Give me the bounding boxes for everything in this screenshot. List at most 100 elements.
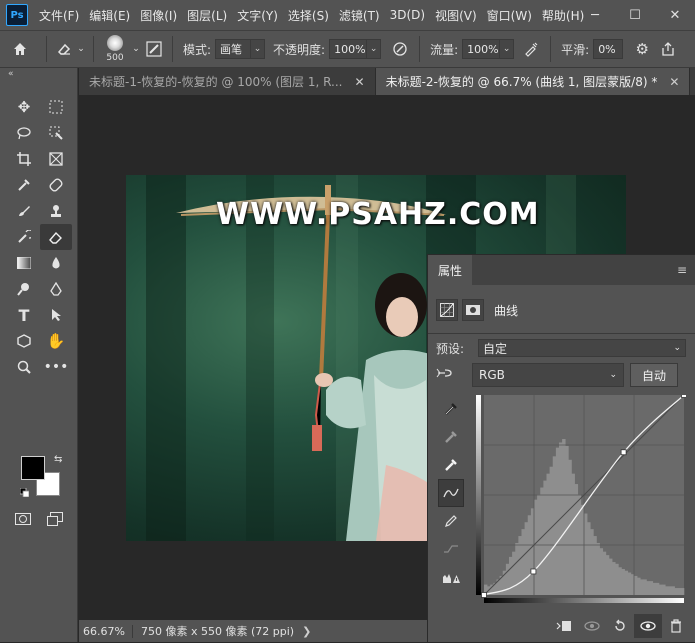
menu-edit[interactable]: 编辑(E) [84, 7, 135, 24]
gray-point-eyedropper-icon[interactable] [438, 423, 464, 451]
histogram-bar [680, 588, 685, 595]
menu-view[interactable]: 视图(V) [430, 7, 482, 24]
brush-tool-icon[interactable] [8, 198, 40, 224]
zoom-level[interactable]: 66.67% [79, 624, 133, 638]
watermark-text: WWW.PSAHZ.COM [216, 197, 540, 232]
curves-adjustment-icon[interactable] [436, 299, 458, 321]
histogram-bar [643, 579, 647, 595]
channel-select[interactable]: RGB ⌄ [472, 363, 624, 387]
smoothing-input[interactable]: 0% [593, 39, 624, 59]
chevron-down-icon[interactable]: ⌄ [130, 44, 142, 54]
stamp-tool-icon[interactable] [40, 198, 72, 224]
zoom-tool-icon[interactable] [8, 354, 40, 380]
brush-preset-picker[interactable]: 500 [100, 32, 130, 66]
histogram-bar [652, 582, 657, 595]
frame-tool-icon[interactable] [40, 146, 72, 172]
auto-button[interactable]: 自动 [630, 363, 678, 387]
curves-graph[interactable] [476, 392, 687, 605]
clip-to-layer-icon[interactable] [550, 614, 578, 638]
swap-colors-icon[interactable]: ⇆ [54, 454, 62, 465]
histogram-bar [584, 513, 588, 595]
tab-title: 未标题-2-恢复的 @ 66.7% (曲线 1, 图层蒙版/8) * [385, 75, 658, 89]
blur-tool-icon[interactable] [40, 250, 72, 276]
brush-size-value: 500 [106, 53, 124, 63]
history-brush-icon[interactable] [8, 224, 40, 250]
foreground-color-swatch[interactable] [21, 456, 45, 480]
targeted-adjustment-icon[interactable] [436, 366, 472, 384]
quick-mask-icon[interactable] [12, 508, 34, 530]
menu-type[interactable]: 文字(Y) [232, 7, 283, 24]
layer-mask-icon[interactable] [462, 299, 484, 321]
close-icon[interactable]: ✕ [669, 75, 679, 89]
lasso-tool-icon[interactable] [8, 120, 40, 146]
chevron-down-icon[interactable]: ⌄ [75, 44, 87, 54]
screen-mode-icon[interactable] [44, 508, 66, 530]
black-point-eyedropper-icon[interactable] [438, 395, 464, 423]
eraser-tool-icon[interactable] [40, 224, 72, 250]
tab-document-2[interactable]: 未标题-2-恢复的 @ 66.7% (曲线 1, 图层蒙版/8) * ✕ [375, 68, 691, 95]
hand-tool-icon[interactable]: ✋ [40, 328, 72, 354]
healing-brush-icon[interactable] [40, 172, 72, 198]
menu-select[interactable]: 选择(S) [283, 7, 334, 24]
minimize-button[interactable]: ─ [575, 0, 615, 30]
gradient-tool-icon[interactable] [8, 250, 40, 276]
settings-gear-icon[interactable]: ⚙ [629, 40, 655, 58]
properties-tab[interactable]: 属性 [428, 255, 473, 285]
histogram-bar [640, 579, 644, 595]
mode-select[interactable]: 画笔 [215, 39, 252, 59]
white-point-eyedropper-icon[interactable] [438, 451, 464, 479]
eraser-tool-icon[interactable] [53, 41, 75, 57]
pen-tool-icon[interactable] [40, 276, 72, 302]
view-previous-state-icon[interactable] [578, 614, 606, 638]
marquee-tool-icon[interactable] [40, 94, 72, 120]
move-tool-icon[interactable]: ✥ [8, 94, 40, 120]
menu-layer[interactable]: 图层(L) [182, 7, 232, 24]
pressure-opacity-icon[interactable] [387, 41, 413, 57]
dodge-tool-icon[interactable] [8, 276, 40, 302]
histogram-bar [665, 586, 669, 595]
home-icon[interactable] [0, 41, 40, 57]
clipping-warning-icon[interactable] [438, 563, 464, 591]
curve-chart[interactable] [476, 392, 687, 605]
menu-image[interactable]: 图像(I) [135, 7, 182, 24]
share-icon[interactable] [655, 41, 681, 57]
visibility-eye-icon[interactable] [634, 614, 662, 638]
maximize-button[interactable]: ☐ [615, 0, 655, 30]
histogram-bar [659, 584, 663, 595]
opacity-input[interactable]: 100% [329, 39, 368, 59]
chevron-down-icon[interactable]: ⌄ [367, 39, 382, 59]
chevron-down-icon[interactable]: ⌄ [500, 39, 515, 59]
menu-window[interactable]: 窗口(W) [482, 7, 537, 24]
photoshop-logo[interactable]: Ps [6, 4, 28, 26]
flow-input[interactable]: 100% [462, 39, 501, 59]
panel-menu-icon[interactable]: ≡ [677, 263, 687, 277]
chevron-down-icon[interactable]: ⌄ [251, 39, 266, 59]
reset-icon[interactable] [606, 614, 634, 638]
crop-tool-icon[interactable] [8, 146, 40, 172]
collapse-panel-icon[interactable]: « [0, 68, 77, 80]
eyedropper-tool-icon[interactable] [8, 172, 40, 198]
pencil-draw-icon[interactable] [438, 507, 464, 535]
menu-filter[interactable]: 滤镜(T) [334, 7, 385, 24]
histogram-bar [646, 581, 650, 595]
menu-bar: Ps 文件(F) 编辑(E) 图像(I) 图层(L) 文字(Y) 选择(S) 滤… [0, 0, 695, 30]
preset-value: 自定 [483, 341, 508, 356]
smooth-curve-icon[interactable] [438, 535, 464, 563]
close-icon[interactable]: ✕ [355, 75, 365, 89]
preset-select[interactable]: 自定 ⌄ [478, 339, 686, 357]
curve-edit-points-icon[interactable] [438, 479, 464, 507]
brush-settings-icon[interactable] [142, 41, 166, 57]
type-tool-icon[interactable]: T [8, 302, 40, 328]
default-colors-icon[interactable] [19, 486, 30, 498]
menu-3d[interactable]: 3D(D) [385, 8, 430, 22]
menu-file[interactable]: 文件(F) [34, 7, 84, 24]
path-select-tool-icon[interactable] [40, 302, 72, 328]
status-menu-icon[interactable]: ❯ [302, 625, 311, 638]
airbrush-icon[interactable] [518, 41, 544, 57]
delete-trash-icon[interactable] [662, 614, 690, 638]
shape-tool-icon[interactable] [8, 328, 40, 354]
tab-document-1[interactable]: 未标题-1-恢复的-恢复的 @ 100% (图层 1, R... ✕ [79, 68, 376, 95]
close-window-button[interactable]: ✕ [655, 0, 695, 30]
more-tools-icon[interactable]: ••• [40, 354, 72, 380]
quick-select-tool-icon[interactable] [40, 120, 72, 146]
